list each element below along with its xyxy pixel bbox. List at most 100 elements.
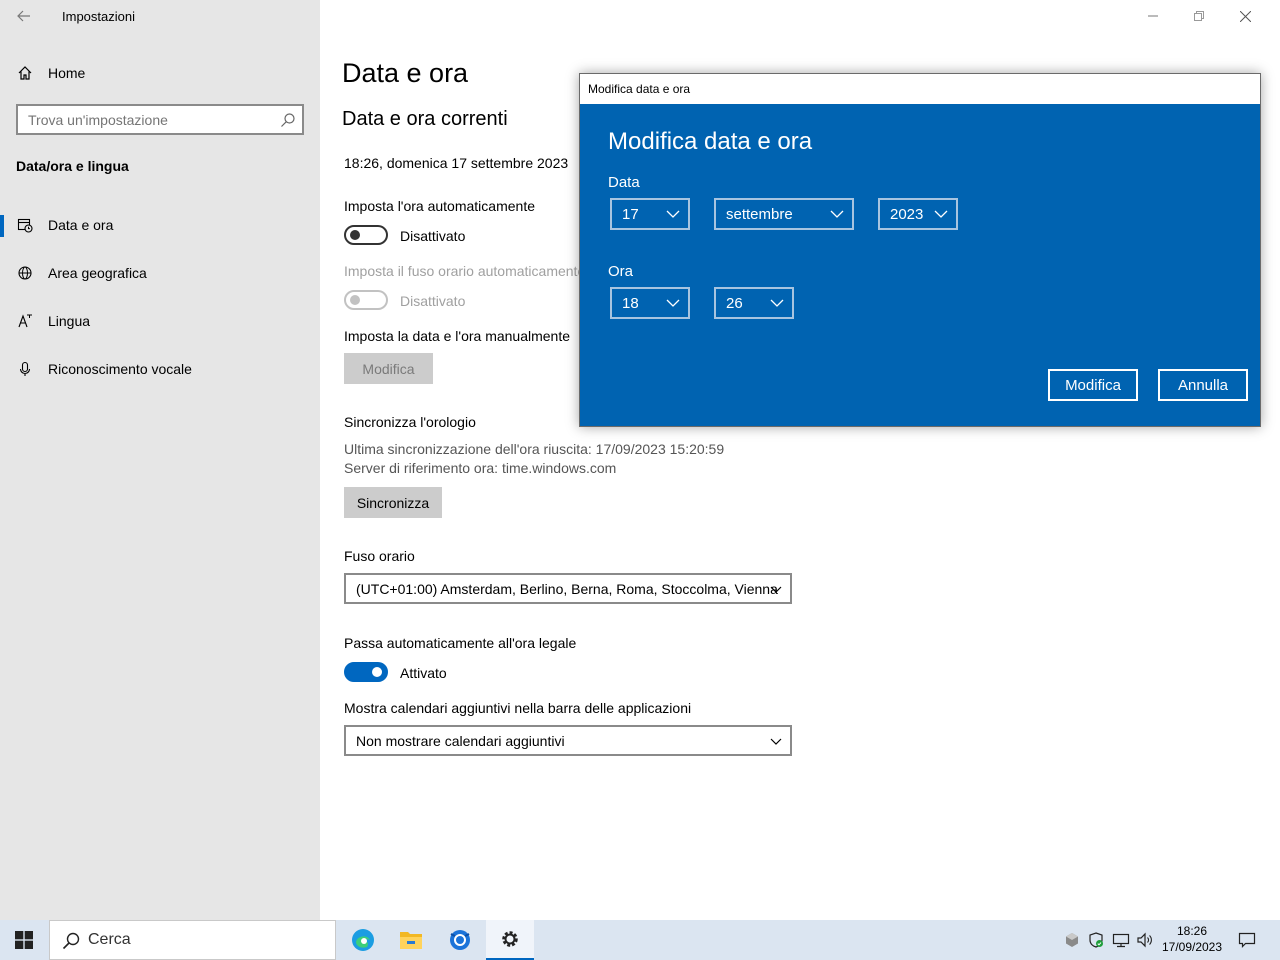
sidebar-item-label: Lingua	[48, 313, 91, 329]
sidebar-item-date-time[interactable]: Data e ora	[0, 209, 320, 241]
page-title: Data e ora	[342, 58, 469, 88]
tray-network[interactable]	[1110, 920, 1132, 960]
sidebar-item-label: Data e ora	[48, 217, 114, 233]
timezone-label: Fuso orario	[344, 548, 415, 564]
search-icon	[62, 932, 80, 950]
sidebar-item-region[interactable]: Area geografica	[0, 257, 320, 289]
current-date-heading: Data e ora correnti	[342, 108, 508, 130]
tray-security[interactable]	[1086, 920, 1106, 960]
auto-time-toggle[interactable]	[344, 225, 388, 245]
dst-toggle[interactable]	[344, 662, 388, 682]
globe-icon	[18, 266, 32, 280]
sidebar-item-language[interactable]: Lingua	[0, 305, 320, 337]
year-value: 2023	[890, 205, 924, 223]
sidebar-item-speech[interactable]: Riconoscimento vocale	[0, 353, 320, 385]
auto-timezone-toggle[interactable]	[344, 290, 388, 310]
start-button[interactable]	[0, 920, 48, 960]
notification-icon	[1238, 932, 1256, 948]
taskbar-app-blue[interactable]	[436, 920, 484, 960]
taskbar-search-placeholder: Cerca	[88, 931, 131, 948]
taskbar-app-edge[interactable]	[339, 920, 387, 960]
dialog-cancel-button[interactable]: Annulla	[1158, 369, 1248, 401]
file-explorer-icon	[400, 932, 422, 949]
close-button[interactable]	[1222, 0, 1268, 32]
taskbar: Cerca 18:26 17/09/2023	[0, 920, 1280, 960]
tray-volume[interactable]	[1134, 920, 1156, 960]
volume-icon	[1137, 932, 1152, 948]
dialog-confirm-button[interactable]: Modifica	[1048, 369, 1138, 401]
sidebar-item-label: Area geografica	[48, 265, 147, 281]
minute-dropdown[interactable]: 26	[714, 287, 794, 319]
minimize-icon	[1148, 15, 1158, 17]
year-dropdown[interactable]: 2023	[878, 198, 958, 230]
language-icon	[18, 314, 32, 328]
settings-search-input[interactable]	[18, 106, 268, 133]
calendars-value: Non mostrare calendari aggiuntivi	[356, 732, 565, 749]
taskbar-search[interactable]: Cerca	[49, 920, 336, 960]
dialog-time-label: Ora	[608, 263, 634, 280]
chevron-down-icon	[830, 210, 844, 218]
back-button[interactable]	[10, 4, 38, 28]
calendar-clock-icon	[17, 218, 33, 233]
chevron-down-icon	[666, 210, 680, 218]
timezone-value: (UTC+01:00) Amsterdam, Berlino, Berna, R…	[356, 580, 778, 597]
window-controls	[1130, 0, 1280, 32]
home-icon	[18, 66, 32, 80]
hour-dropdown[interactable]: 18	[610, 287, 690, 319]
month-dropdown[interactable]: settembre	[714, 198, 854, 230]
microphone-icon	[19, 361, 31, 376]
close-icon	[1239, 10, 1251, 22]
taskbar-app-explorer[interactable]	[387, 920, 435, 960]
taskbar-clock[interactable]: 18:26 17/09/2023	[1160, 923, 1224, 955]
sidebar-item-label: Riconoscimento vocale	[48, 361, 192, 377]
search-icon[interactable]	[280, 112, 296, 128]
dialog-heading: Modifica data e ora	[608, 128, 813, 155]
timezone-select[interactable]: (UTC+01:00) Amsterdam, Berlino, Berna, R…	[344, 573, 792, 604]
restore-icon	[1194, 11, 1204, 21]
vm-tools-icon	[1066, 933, 1078, 947]
manual-date-label: Imposta la data e l'ora manualmente	[344, 328, 571, 344]
settings-search[interactable]	[16, 104, 304, 135]
change-date-button[interactable]: Modifica	[344, 353, 433, 384]
sidebar: Impostazioni Home Data/ora e lingua Data…	[0, 0, 320, 920]
minimize-button[interactable]	[1130, 0, 1176, 32]
app-title: Impostazioni	[62, 9, 135, 24]
month-value: settembre	[726, 205, 793, 223]
calendars-select[interactable]: Non mostrare calendari aggiuntivi	[344, 725, 792, 756]
dialog-date-label: Data	[608, 174, 640, 191]
day-value: 17	[622, 205, 639, 223]
auto-time-state: Disattivato	[400, 228, 466, 244]
clock-date: 17/09/2023	[1161, 940, 1223, 954]
sync-last-time: Ultima sincronizzazione dell'ora riuscit…	[344, 441, 725, 457]
minute-value: 26	[726, 294, 743, 312]
network-icon	[1112, 933, 1130, 948]
tray-vm-tools[interactable]	[1062, 920, 1082, 960]
clock-time: 18:26	[1176, 924, 1208, 938]
sync-server: Server di riferimento ora: time.windows.…	[344, 460, 617, 476]
hour-value: 18	[622, 294, 639, 312]
taskbar-app-settings[interactable]	[486, 920, 534, 960]
sync-heading: Sincronizza l'orologio	[344, 414, 476, 430]
settings-icon	[502, 931, 518, 947]
dialog-titlebar[interactable]: Modifica data e ora	[580, 74, 1260, 104]
chevron-down-icon	[770, 738, 782, 745]
auto-timezone-label: Imposta il fuso orario automaticamente	[344, 263, 586, 279]
sync-button[interactable]: Sincronizza	[344, 487, 442, 518]
back-arrow-icon	[17, 10, 30, 22]
windows-logo-icon	[15, 931, 33, 949]
chevron-down-icon	[934, 210, 948, 218]
chevron-down-icon	[770, 299, 784, 307]
day-dropdown[interactable]: 17	[610, 198, 690, 230]
restore-button[interactable]	[1176, 0, 1222, 32]
notifications-button[interactable]	[1234, 920, 1260, 960]
sidebar-home-label: Home	[48, 65, 86, 81]
dst-state: Attivato	[400, 665, 447, 681]
security-shield-icon	[1089, 932, 1103, 948]
current-date-value: 18:26, domenica 17 settembre 2023	[344, 155, 569, 171]
change-date-dialog: Modifica data e ora Modifica data e ora …	[579, 73, 1261, 427]
app-icon	[450, 930, 470, 950]
sidebar-home[interactable]: Home	[0, 58, 320, 88]
edge-icon	[352, 929, 374, 951]
chevron-down-icon	[770, 586, 782, 593]
chevron-down-icon	[666, 299, 680, 307]
